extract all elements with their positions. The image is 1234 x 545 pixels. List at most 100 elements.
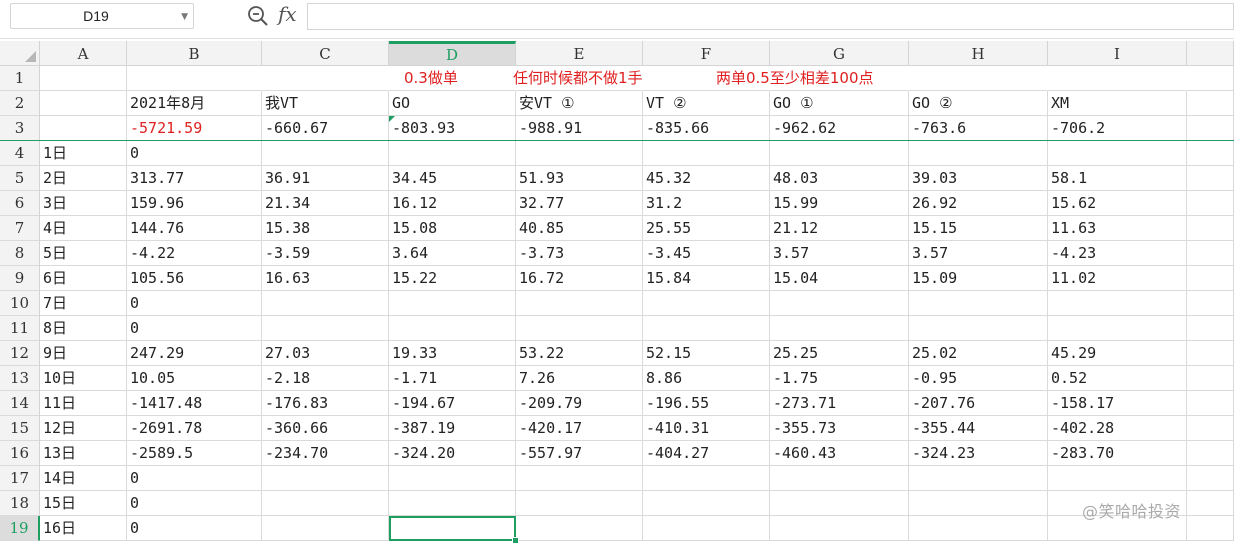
- cell-blank[interactable]: [1187, 116, 1234, 141]
- cell-i16[interactable]: -283.70: [1048, 441, 1187, 466]
- cell-e16[interactable]: -557.97: [516, 441, 643, 466]
- cell-g15[interactable]: -355.73: [770, 416, 909, 441]
- cell-i9[interactable]: 11.02: [1048, 266, 1187, 291]
- cell-f16[interactable]: -404.27: [643, 441, 770, 466]
- cell-h2[interactable]: GO ②: [909, 91, 1048, 116]
- row-header-9[interactable]: 9: [0, 266, 40, 291]
- column-header-a[interactable]: A: [40, 41, 127, 66]
- cell-c9[interactable]: 16.63: [262, 266, 389, 291]
- cell-h14[interactable]: -207.76: [909, 391, 1048, 416]
- cell-a5[interactable]: 2日: [40, 166, 127, 191]
- zoom-icon[interactable]: [246, 4, 270, 28]
- fill-handle[interactable]: [512, 537, 519, 544]
- cell-f13[interactable]: 8.86: [643, 366, 770, 391]
- cell-a11[interactable]: 8日: [40, 316, 127, 341]
- cell-h10[interactable]: [909, 291, 1048, 316]
- cell-e13[interactable]: 7.26: [516, 366, 643, 391]
- cell-f3[interactable]: -835.66: [643, 116, 770, 141]
- cell-b14[interactable]: -1417.48: [127, 391, 262, 416]
- cell-blank[interactable]: [1187, 91, 1234, 116]
- cell-h3[interactable]: -763.6: [909, 116, 1048, 141]
- cell-i3[interactable]: -706.2: [1048, 116, 1187, 141]
- cell-h8[interactable]: 3.57: [909, 241, 1048, 266]
- row-header-8[interactable]: 8: [0, 241, 40, 266]
- cell-blank[interactable]: [1187, 341, 1234, 366]
- cell-a4[interactable]: 1日: [40, 141, 127, 166]
- cell-b9[interactable]: 105.56: [127, 266, 262, 291]
- chevron-down-icon[interactable]: ▼: [181, 12, 188, 22]
- cell-d6[interactable]: 16.12: [389, 191, 516, 216]
- cell-g19[interactable]: [770, 516, 909, 541]
- cell-e8[interactable]: -3.73: [516, 241, 643, 266]
- cell-h16[interactable]: -324.23: [909, 441, 1048, 466]
- cell-c17[interactable]: [262, 466, 389, 491]
- cell-blank[interactable]: [1187, 366, 1234, 391]
- cell-e7[interactable]: 40.85: [516, 216, 643, 241]
- cell-d2[interactable]: GO: [389, 91, 516, 116]
- cell-b19[interactable]: 0: [127, 516, 262, 541]
- cell-i1[interactable]: [1048, 66, 1187, 91]
- cell-e17[interactable]: [516, 466, 643, 491]
- cell-d9[interactable]: 15.22: [389, 266, 516, 291]
- row-header-13[interactable]: 13: [0, 366, 40, 391]
- cell-c2[interactable]: 我VT: [262, 91, 389, 116]
- row-header-15[interactable]: 15: [0, 416, 40, 441]
- cell-f8[interactable]: -3.45: [643, 241, 770, 266]
- cell-d17[interactable]: [389, 466, 516, 491]
- cell-b17[interactable]: 0: [127, 466, 262, 491]
- cell-d14[interactable]: -194.67: [389, 391, 516, 416]
- cell-a8[interactable]: 5日: [40, 241, 127, 266]
- cell-e2[interactable]: 安VT ①: [516, 91, 643, 116]
- row-header-1[interactable]: 1: [0, 66, 40, 91]
- column-header-c[interactable]: C: [262, 41, 389, 66]
- cell-i14[interactable]: -158.17: [1048, 391, 1187, 416]
- cell-blank[interactable]: [1187, 266, 1234, 291]
- cell-c10[interactable]: [262, 291, 389, 316]
- cell-a13[interactable]: 10日: [40, 366, 127, 391]
- cell-e3[interactable]: -988.91: [516, 116, 643, 141]
- cell-i5[interactable]: 58.1: [1048, 166, 1187, 191]
- cell-h19[interactable]: [909, 516, 1048, 541]
- cell-g16[interactable]: -460.43: [770, 441, 909, 466]
- cell-i15[interactable]: -402.28: [1048, 416, 1187, 441]
- cell-a3[interactable]: [40, 116, 127, 141]
- cell-g6[interactable]: 15.99: [770, 191, 909, 216]
- cell-h11[interactable]: [909, 316, 1048, 341]
- cell-c11[interactable]: [262, 316, 389, 341]
- cell-e6[interactable]: 32.77: [516, 191, 643, 216]
- cell-g3[interactable]: -962.62: [770, 116, 909, 141]
- cell-blank[interactable]: [1187, 316, 1234, 341]
- row-header-7[interactable]: 7: [0, 216, 40, 241]
- cell-e9[interactable]: 16.72: [516, 266, 643, 291]
- cell-a1[interactable]: [40, 66, 127, 91]
- cell-b15[interactable]: -2691.78: [127, 416, 262, 441]
- cell-e18[interactable]: [516, 491, 643, 516]
- cell-a7[interactable]: 4日: [40, 216, 127, 241]
- cell-b18[interactable]: 0: [127, 491, 262, 516]
- row-header-5[interactable]: 5: [0, 166, 40, 191]
- cell-a18[interactable]: 15日: [40, 491, 127, 516]
- cell-c6[interactable]: 21.34: [262, 191, 389, 216]
- cell-g17[interactable]: [770, 466, 909, 491]
- cell-c7[interactable]: 15.38: [262, 216, 389, 241]
- cell-blank[interactable]: [1187, 66, 1234, 91]
- row-header-6[interactable]: 6: [0, 191, 40, 216]
- cell-a14[interactable]: 11日: [40, 391, 127, 416]
- row-header-2[interactable]: 2: [0, 91, 40, 116]
- fx-icon[interactable]: fx: [278, 2, 297, 26]
- cell-c16[interactable]: -234.70: [262, 441, 389, 466]
- cell-e5[interactable]: 51.93: [516, 166, 643, 191]
- cell-g4[interactable]: [770, 141, 909, 166]
- cell-g12[interactable]: 25.25: [770, 341, 909, 366]
- cell-d16[interactable]: -324.20: [389, 441, 516, 466]
- cell-a6[interactable]: 3日: [40, 191, 127, 216]
- formula-input[interactable]: [307, 3, 1234, 30]
- row-header-14[interactable]: 14: [0, 391, 40, 416]
- cell-b6[interactable]: 159.96: [127, 191, 262, 216]
- cell-c15[interactable]: -360.66: [262, 416, 389, 441]
- cell-d3[interactable]: -803.93: [389, 116, 516, 141]
- cell-e14[interactable]: -209.79: [516, 391, 643, 416]
- cell-f18[interactable]: [643, 491, 770, 516]
- cell-a16[interactable]: 13日: [40, 441, 127, 466]
- cell-f11[interactable]: [643, 316, 770, 341]
